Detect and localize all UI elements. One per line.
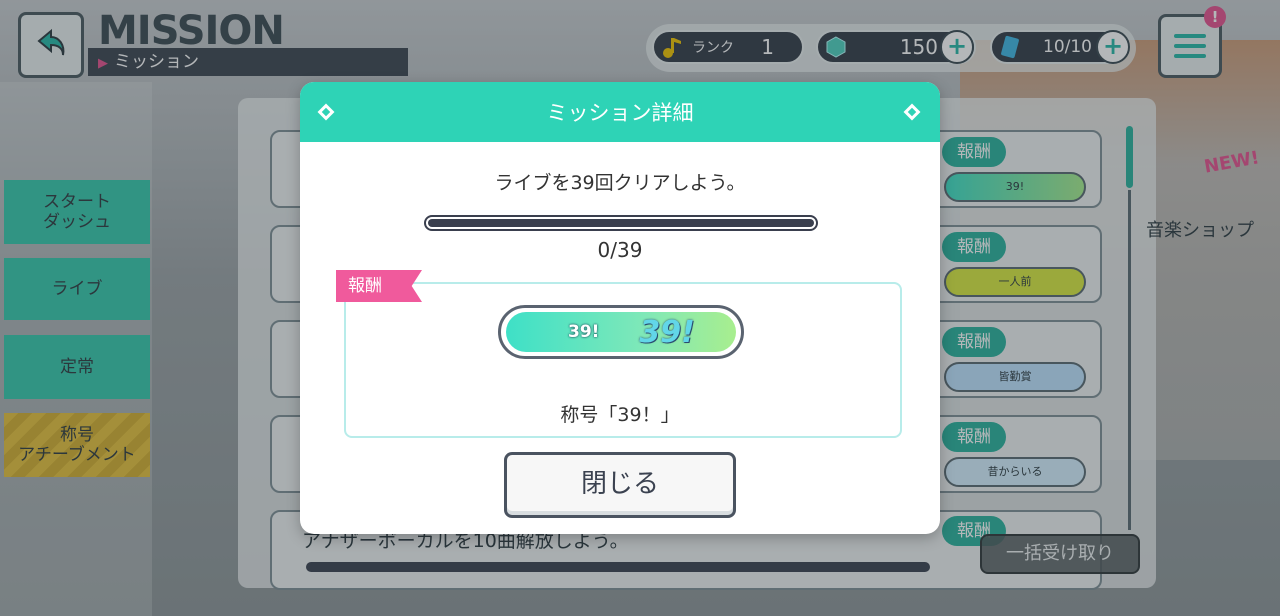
reward-title-badge-logo: 39! xyxy=(639,314,695,350)
progress-bar xyxy=(424,215,818,231)
reward-title-badge: 39! 39! xyxy=(498,305,744,359)
reward-title-badge-inner: 39! 39! xyxy=(506,312,736,352)
progress-text: 0/39 xyxy=(597,238,643,262)
reward-title-badge-text: 39! xyxy=(568,322,600,342)
dialog-title: ミッション詳細 xyxy=(546,101,694,125)
progress-bar-fill xyxy=(428,219,814,227)
reward-ribbon: 報酬 xyxy=(336,270,422,302)
reward-name: 称号「39！」 xyxy=(560,404,680,426)
mission-detail-dialog: ミッション詳細 ライブを39回クリアしよう。 0/39 報酬 39! 39! 称… xyxy=(300,82,940,534)
mission-description: ライブを39回クリアしよう。 xyxy=(494,172,746,194)
close-button[interactable]: 閉じる xyxy=(504,452,736,518)
